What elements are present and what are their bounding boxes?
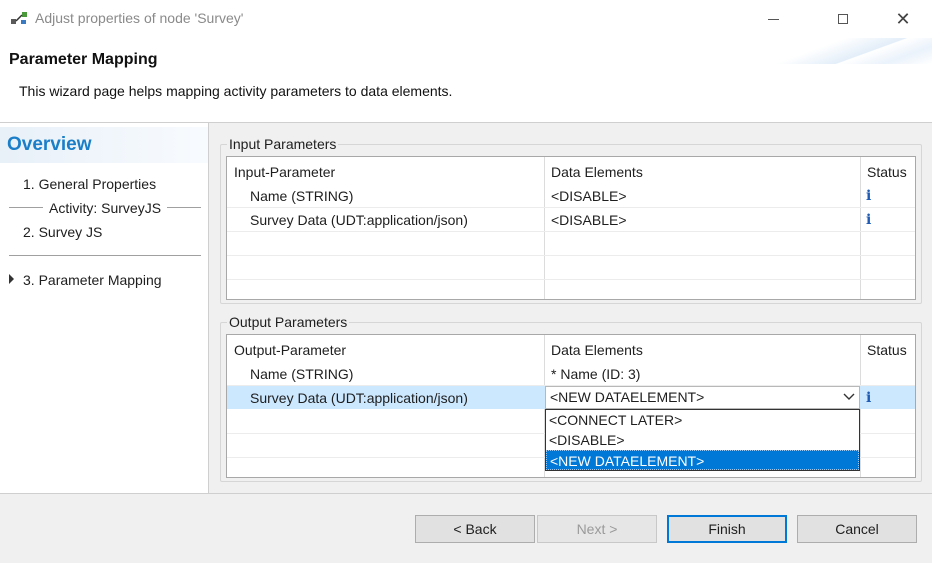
column-divider: [860, 157, 861, 299]
dropdown-option-connect-later[interactable]: <CONNECT LATER>: [546, 410, 859, 430]
output-row-name-data[interactable]: * Name (ID: 3): [551, 366, 640, 382]
page-description: This wizard page helps mapping activity …: [19, 83, 453, 99]
row-divider: [227, 279, 915, 280]
data-elements-header[interactable]: Data Elements: [551, 164, 643, 180]
info-icon[interactable]: i: [866, 188, 871, 204]
data-element-dropdown: <CONNECT LATER> <DISABLE> <NEW DATAELEME…: [545, 409, 860, 471]
info-icon[interactable]: i: [866, 212, 871, 228]
row-divider: [227, 255, 915, 256]
status-header[interactable]: Status: [867, 342, 907, 358]
nav-item-parameter-mapping[interactable]: 3. Parameter Mapping: [23, 272, 162, 288]
app-icon: [11, 12, 27, 24]
back-button[interactable]: < Back: [415, 515, 535, 543]
nav-separator: [167, 207, 201, 208]
row-divider: [227, 207, 915, 208]
column-divider: [544, 157, 545, 299]
next-button[interactable]: Next >: [537, 515, 657, 543]
minimize-icon[interactable]: [750, 0, 796, 38]
nav-item-general-properties[interactable]: 1. General Properties: [23, 176, 156, 192]
overview-title: Overview: [7, 134, 92, 155]
status-header[interactable]: Status: [867, 164, 907, 180]
info-icon[interactable]: i: [866, 390, 871, 406]
page-title: Parameter Mapping: [9, 51, 158, 68]
header-banner: [760, 38, 932, 64]
dropdown-option-new-dataelement[interactable]: <NEW DATAELEMENT>: [546, 450, 859, 470]
input-row-survey-data-param[interactable]: Survey Data (UDT:application/json): [250, 212, 468, 228]
nav-item-survey-js[interactable]: 2. Survey JS: [23, 224, 102, 240]
maximize-icon[interactable]: [820, 0, 866, 38]
data-element-combo-value: <NEW DATAELEMENT>: [550, 389, 705, 405]
data-elements-header[interactable]: Data Elements: [551, 342, 643, 358]
close-icon[interactable]: ✕: [880, 0, 926, 38]
nav-item-activity-surveyjs: Activity: SurveyJS: [49, 200, 162, 216]
cancel-button[interactable]: Cancel: [797, 515, 917, 543]
current-step-arrow-icon: [9, 274, 14, 284]
chevron-down-icon[interactable]: [843, 392, 855, 402]
row-divider: [227, 231, 915, 232]
input-row-name-data[interactable]: <DISABLE>: [551, 188, 627, 204]
dropdown-option-disable[interactable]: <DISABLE>: [546, 430, 859, 450]
input-row-name-param[interactable]: Name (STRING): [250, 188, 353, 204]
nav-separator: [9, 207, 43, 208]
input-parameters-label: Input Parameters: [227, 136, 339, 152]
output-row-name-param[interactable]: Name (STRING): [250, 366, 353, 382]
finish-button[interactable]: Finish: [667, 515, 787, 543]
nav-separator: [9, 255, 201, 256]
output-row-survey-data-param[interactable]: Survey Data (UDT:application/json): [250, 390, 468, 406]
input-row-survey-data-data[interactable]: <DISABLE>: [551, 212, 627, 228]
input-parameter-header[interactable]: Input-Parameter: [234, 164, 335, 180]
window-title: Adjust properties of node 'Survey': [35, 10, 244, 26]
output-parameters-label: Output Parameters: [227, 314, 350, 330]
output-parameter-header[interactable]: Output-Parameter: [234, 342, 346, 358]
